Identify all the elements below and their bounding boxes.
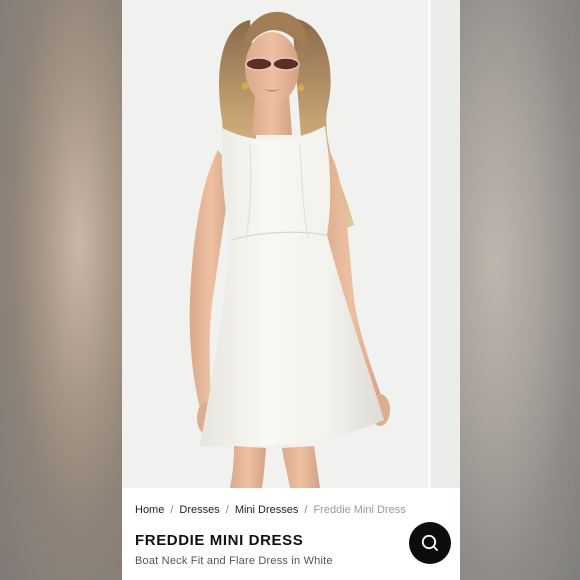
product-title: FREDDIE MINI DRESS xyxy=(135,532,304,549)
model-in-dress-illustration xyxy=(189,11,390,488)
search-icon xyxy=(421,534,438,551)
breadcrumb-home-link[interactable]: Home xyxy=(135,504,164,516)
search-button[interactable] xyxy=(409,522,451,564)
product-subtitle: Boat Neck Fit and Flare Dress in White xyxy=(135,555,333,567)
breadcrumb: Home / Dresses / Mini Dresses / Freddie … xyxy=(135,504,406,516)
photo-divider xyxy=(428,0,431,488)
breadcrumb-mini-dresses-link[interactable]: Mini Dresses xyxy=(235,504,299,516)
breadcrumb-dresses-link[interactable]: Dresses xyxy=(179,504,219,516)
breadcrumb-separator: / xyxy=(225,504,229,516)
listing-image-frame: Home / Dresses / Mini Dresses / Freddie … xyxy=(0,0,580,580)
breadcrumb-separator: / xyxy=(170,504,174,516)
breadcrumb-current-page: Freddie Mini Dress xyxy=(313,504,406,516)
blurred-background-right xyxy=(460,0,580,580)
product-info-panel: Home / Dresses / Mini Dresses / Freddie … xyxy=(122,488,460,580)
product-screenshot-card: Home / Dresses / Mini Dresses / Freddie … xyxy=(122,0,460,580)
next-photo-peek xyxy=(431,0,460,488)
blurred-background-left xyxy=(0,0,122,580)
breadcrumb-separator: / xyxy=(304,504,308,516)
product-photo[interactable] xyxy=(122,0,460,488)
